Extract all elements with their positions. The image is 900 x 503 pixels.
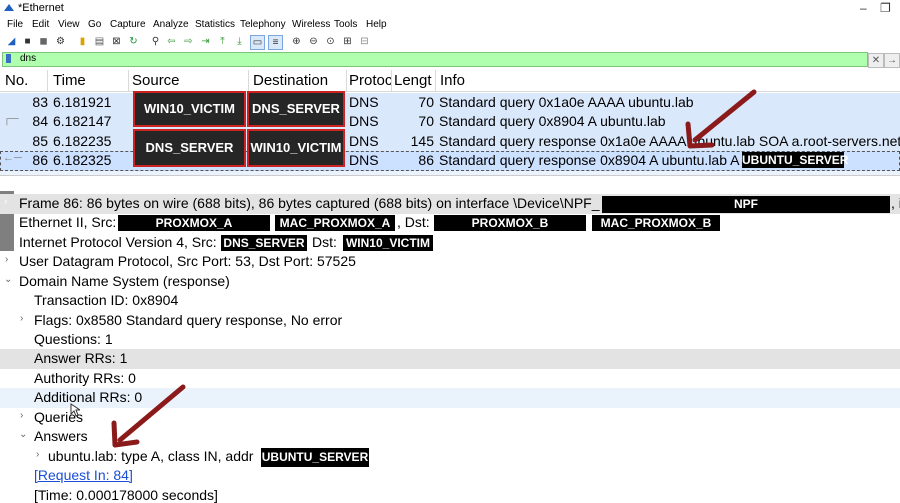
annotation-layer — [111, 89, 757, 448]
annotation-arrow-icon — [685, 89, 757, 149]
annotation-arrow-icon — [111, 384, 186, 448]
